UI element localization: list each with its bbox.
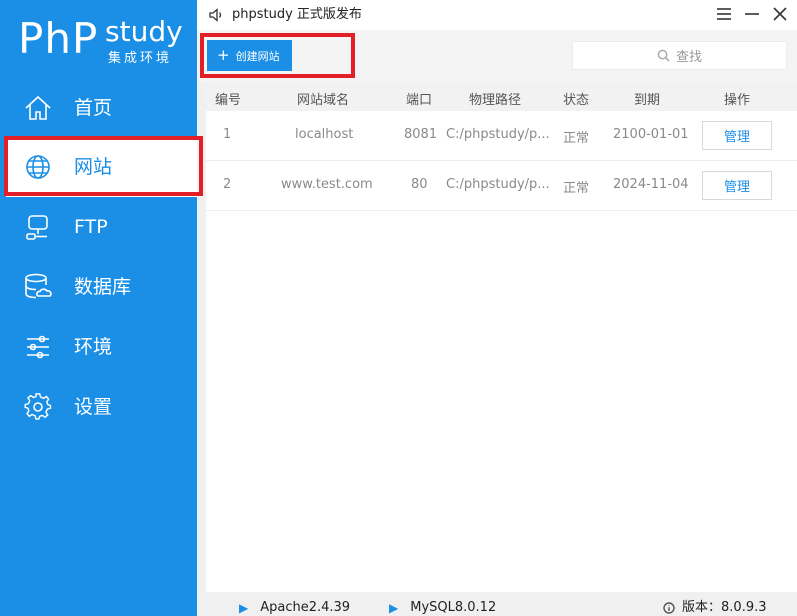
sidebar-item-label: 数据库	[74, 276, 132, 298]
cell-domain: localhost	[295, 127, 354, 142]
logo-subtitle: 集成环境	[108, 51, 173, 66]
cell-port: 80	[411, 177, 428, 192]
search-input[interactable]: 查找	[572, 41, 787, 70]
logo-study-text: study	[105, 15, 183, 48]
cell-status: 正常	[563, 131, 590, 146]
sidebar-item-ftp[interactable]: FTP	[0, 197, 197, 257]
column-header-port: 端口	[406, 93, 433, 108]
column-header-path: 物理路径	[469, 93, 522, 108]
create-website-label: 创建网站	[235, 49, 280, 63]
cell-expiry: 2024-11-04	[613, 177, 689, 192]
minimize-icon[interactable]	[743, 5, 761, 23]
version-number: 8.0.9.3	[721, 600, 767, 615]
column-header-action: 操作	[724, 93, 751, 108]
globe-icon	[23, 152, 53, 182]
main-panel: phpstudy 正式版发布 + 创建网站 查找 编号 网站域名 端口 物理路径…	[197, 0, 797, 616]
sidebar-item-settings[interactable]: 设置	[0, 377, 197, 437]
service-label: Apache2.4.39	[260, 600, 351, 615]
status-bar: ▶ Apache2.4.39 ▶ MySQL8.0.12 版本： 8.0.9.3	[197, 592, 797, 616]
sidebar-item-label: 设置	[74, 396, 113, 418]
ftp-icon	[23, 212, 53, 242]
create-website-button[interactable]: + 创建网站	[207, 40, 292, 71]
plus-icon: +	[217, 46, 230, 64]
speaker-icon[interactable]	[208, 7, 224, 23]
menu-icon[interactable]	[715, 5, 733, 23]
cell-port: 8081	[404, 127, 438, 142]
cell-path: C:/phpstudy/p...	[446, 177, 550, 192]
table-row[interactable]: 1 localhost 8081 C:/phpstudy/p... 正常 210…	[206, 111, 797, 161]
cell-id: 1	[223, 127, 232, 142]
play-icon: ▶	[389, 601, 399, 615]
service-mysql[interactable]: ▶ MySQL8.0.12	[389, 600, 497, 616]
cell-status: 正常	[563, 181, 590, 196]
sidebar-item-label: 网站	[74, 156, 113, 178]
database-icon	[23, 272, 53, 302]
search-icon	[657, 49, 670, 62]
table-row[interactable]: 2 www.test.com 80 C:/phpstudy/p... 正常 20…	[206, 161, 797, 211]
home-icon	[23, 93, 53, 123]
toolbar: + 创建网站 查找	[197, 30, 797, 82]
sidebar-item-websites[interactable]: 网站	[6, 137, 197, 197]
cell-expiry: 2100-01-01	[613, 127, 689, 142]
manage-button[interactable]: 管理	[702, 121, 772, 150]
service-label: MySQL8.0.12	[410, 600, 497, 615]
gear-icon	[23, 392, 53, 422]
app-logo: PhP study 集成环境	[0, 0, 197, 80]
sidebar-item-label: 首页	[74, 97, 113, 119]
sliders-icon	[23, 332, 53, 362]
table-header: 编号 网站域名 端口 物理路径 状态 到期 操作	[206, 82, 797, 111]
column-header-expiry: 到期	[634, 93, 661, 108]
sidebar: PhP study 集成环境 首页 网站 FTP 数据库 环境 设置	[0, 0, 197, 616]
info-icon	[663, 602, 675, 614]
service-apache[interactable]: ▶ Apache2.4.39	[239, 600, 351, 616]
version-label: 版本：	[682, 600, 722, 615]
sidebar-item-label: 环境	[74, 336, 113, 358]
column-header-id: 编号	[215, 93, 242, 108]
sidebar-item-label: FTP	[74, 216, 108, 238]
sidebar-item-database[interactable]: 数据库	[0, 257, 197, 317]
column-header-domain: 网站域名	[297, 93, 350, 108]
play-icon: ▶	[239, 601, 249, 615]
announcement-title[interactable]: phpstudy 正式版发布	[232, 6, 362, 24]
manage-button[interactable]: 管理	[702, 171, 772, 200]
cell-id: 2	[223, 177, 232, 192]
column-header-status: 状态	[563, 93, 590, 108]
website-table: 编号 网站域名 端口 物理路径 状态 到期 操作 1 localhost 808…	[206, 82, 797, 592]
close-icon[interactable]	[771, 5, 789, 23]
cell-path: C:/phpstudy/p...	[446, 127, 550, 142]
title-bar: phpstudy 正式版发布	[197, 0, 797, 30]
sidebar-item-home[interactable]: 首页	[0, 78, 197, 138]
logo-php-text: PhP	[18, 14, 99, 63]
version-info: 版本： 8.0.9.3	[663, 601, 767, 615]
search-placeholder: 查找	[675, 50, 702, 65]
cell-domain: www.test.com	[281, 177, 373, 192]
sidebar-item-environment[interactable]: 环境	[0, 317, 197, 377]
